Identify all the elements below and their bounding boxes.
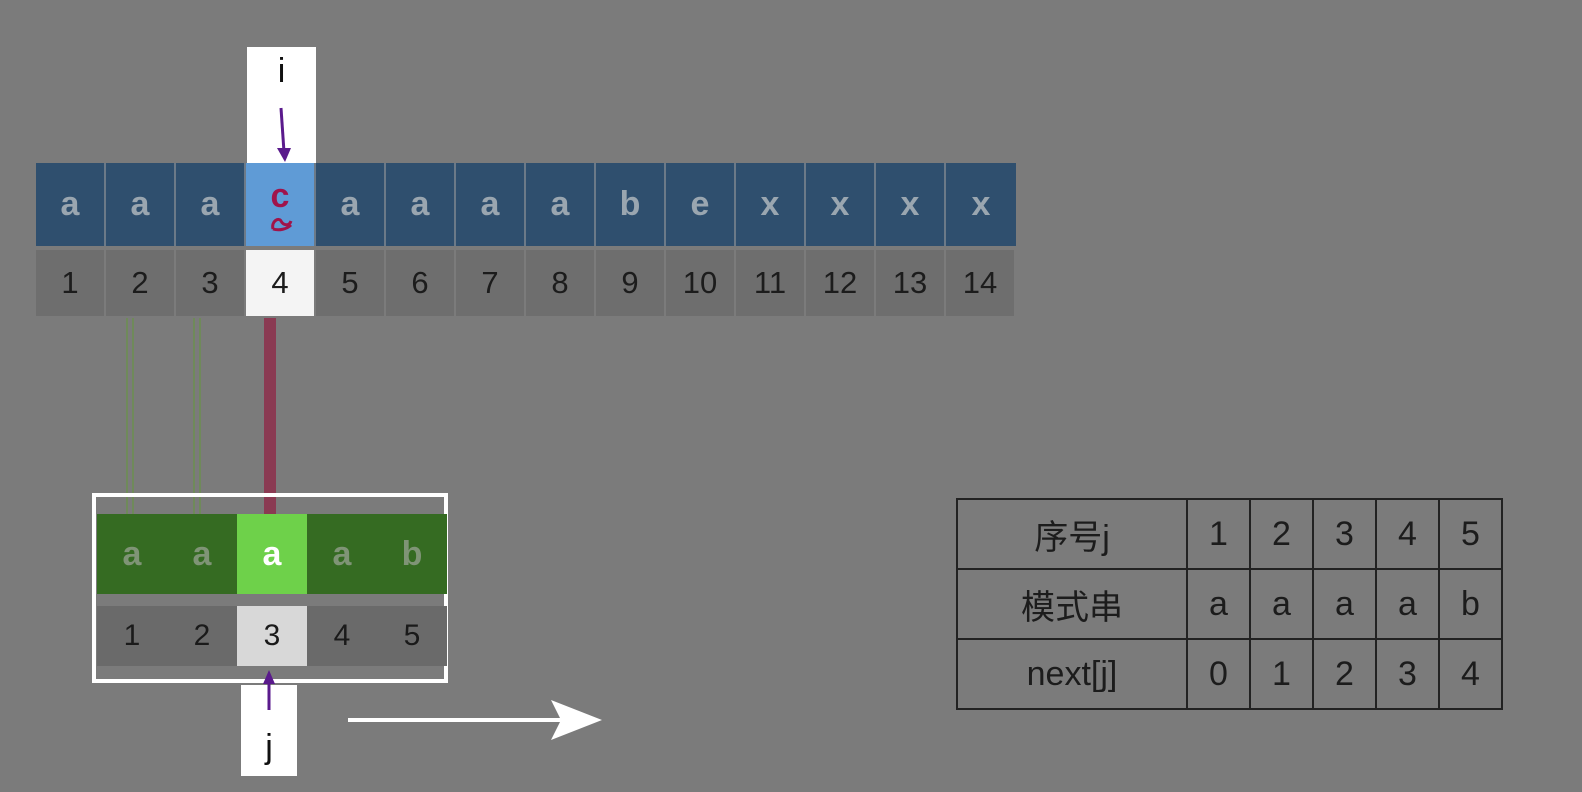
pattern-char-cell-current: a bbox=[237, 514, 307, 594]
table-row: 序号j 1 2 3 4 5 bbox=[956, 498, 1503, 570]
table-cell: 3 bbox=[1375, 638, 1440, 710]
table-cell: 2 bbox=[1249, 498, 1314, 570]
main-index-cell: 6 bbox=[386, 250, 456, 316]
main-index-cell-current: 4 bbox=[246, 250, 316, 316]
row-header: next[j] bbox=[956, 638, 1188, 710]
main-index-cell: 7 bbox=[456, 250, 526, 316]
table-row: 模式串 a a a a b bbox=[956, 568, 1503, 640]
main-index-cell: 9 bbox=[596, 250, 666, 316]
main-char-cell: a bbox=[526, 163, 596, 246]
table-row: next[j] 0 1 2 3 4 bbox=[956, 638, 1503, 710]
main-char-cell: a bbox=[386, 163, 456, 246]
main-index-cell: 8 bbox=[526, 250, 596, 316]
main-char-cell: a bbox=[106, 163, 176, 246]
table-cell: a bbox=[1186, 568, 1251, 640]
table-cell: 1 bbox=[1186, 498, 1251, 570]
match-line bbox=[126, 318, 134, 514]
main-index-cell: 14 bbox=[946, 250, 1016, 316]
handwritten-mark-icon bbox=[271, 217, 293, 231]
table-cell: a bbox=[1312, 568, 1377, 640]
table-cell: 3 bbox=[1312, 498, 1377, 570]
table-cell: a bbox=[1249, 568, 1314, 640]
main-char-cell: x bbox=[946, 163, 1016, 246]
pattern-chars: a a a a b bbox=[97, 514, 447, 594]
main-index-cell: 10 bbox=[666, 250, 736, 316]
main-index-cell: 11 bbox=[736, 250, 806, 316]
main-char-cell: b bbox=[596, 163, 666, 246]
pattern-char-cell: a bbox=[97, 514, 167, 594]
i-down-arrow-icon bbox=[277, 107, 291, 162]
table-cell: 4 bbox=[1375, 498, 1440, 570]
pattern-index-cell: 1 bbox=[97, 606, 167, 666]
main-char-cell: x bbox=[876, 163, 946, 246]
table-cell: 0 bbox=[1186, 638, 1251, 710]
main-index-cell: 1 bbox=[36, 250, 106, 316]
pattern-char-cell: a bbox=[167, 514, 237, 594]
pattern-char-cell: a bbox=[307, 514, 377, 594]
j-up-arrow-icon bbox=[263, 670, 275, 710]
i-pointer-label: i bbox=[277, 52, 286, 90]
row-header: 模式串 bbox=[956, 568, 1188, 640]
main-string-indices: 1 2 3 4 5 6 7 8 9 10 11 12 13 14 bbox=[36, 250, 1016, 316]
mismatch-line bbox=[264, 318, 276, 514]
match-line bbox=[193, 318, 201, 514]
main-char-cell: a bbox=[176, 163, 246, 246]
main-char-cell: x bbox=[736, 163, 806, 246]
main-char-cell: e bbox=[666, 163, 736, 246]
shift-right-arrow-icon bbox=[348, 700, 602, 740]
pattern-char-cell: b bbox=[377, 514, 447, 594]
table-cell: 4 bbox=[1438, 638, 1503, 710]
table-cell: b bbox=[1438, 568, 1503, 640]
j-pointer-label: j bbox=[265, 728, 273, 766]
main-char-cell: a bbox=[456, 163, 526, 246]
main-index-cell: 13 bbox=[876, 250, 946, 316]
pattern-index-cell: 5 bbox=[377, 606, 447, 666]
main-string-chars: a a a c a a a a b e x x x x bbox=[36, 163, 1016, 246]
main-index-cell: 5 bbox=[316, 250, 386, 316]
main-index-cell: 3 bbox=[176, 250, 246, 316]
main-char-current-label: c bbox=[270, 176, 290, 215]
main-char-cell: x bbox=[806, 163, 876, 246]
row-header: 序号j bbox=[956, 498, 1188, 570]
main-char-cell-current: c bbox=[246, 163, 316, 246]
main-char-cell: a bbox=[316, 163, 386, 246]
main-index-cell: 12 bbox=[806, 250, 876, 316]
table-cell: 5 bbox=[1438, 498, 1503, 570]
next-array-table: 序号j 1 2 3 4 5 模式串 a a a a b next[j] 0 1 … bbox=[956, 498, 1503, 710]
pattern-index-cell-current: 3 bbox=[237, 606, 307, 666]
table-cell: a bbox=[1375, 568, 1440, 640]
table-cell: 1 bbox=[1249, 638, 1314, 710]
pattern-index-cell: 2 bbox=[167, 606, 237, 666]
pattern-index-cell: 4 bbox=[307, 606, 377, 666]
table-cell: 2 bbox=[1312, 638, 1377, 710]
main-index-cell: 2 bbox=[106, 250, 176, 316]
pattern-indices: 1 2 3 4 5 bbox=[97, 606, 447, 666]
main-char-cell: a bbox=[36, 163, 106, 246]
